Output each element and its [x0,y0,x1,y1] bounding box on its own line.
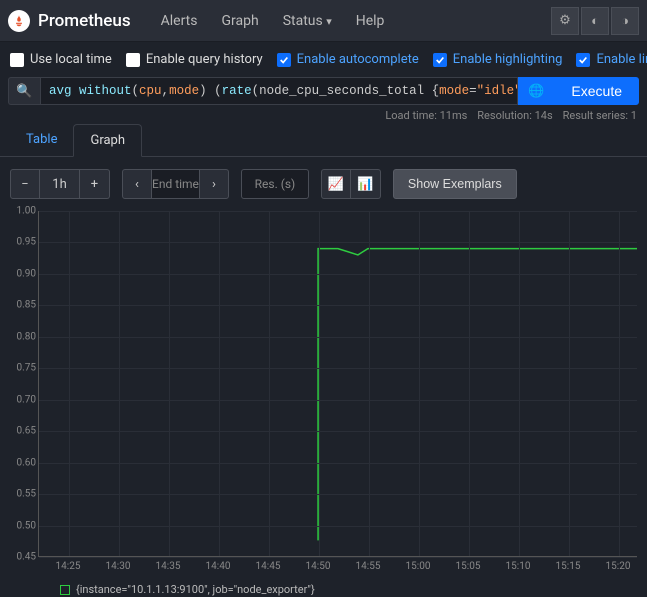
range-group: − 1h + [10,169,110,199]
legend-label[interactable]: {instance="10.1.1.13:9100", job="node_ex… [76,583,315,596]
contrast-icon: ◑ [621,13,629,29]
plot-area[interactable] [38,211,637,557]
checkbox-icon [126,53,140,67]
opt-autocomplete[interactable]: Enable autocomplete [277,52,419,67]
resolution-input[interactable]: Res. (s) [241,169,309,199]
stacked-chart-icon: 📊 [357,177,373,192]
graph-controls: − 1h + ‹ End time › Res. (s) 📈 📊 Show Ex… [0,157,647,211]
nav-links: Alerts Graph Status ▾ Help [151,7,551,35]
prometheus-logo [8,10,30,32]
chevron-down-icon: ▾ [326,15,332,28]
theme-contrast-button[interactable]: ◑ [611,7,639,35]
tab-table[interactable]: Table [10,124,73,156]
search-icon: 🔍 [16,84,32,99]
line-series [39,211,637,556]
endtime-next-button[interactable]: › [199,169,229,199]
nav-status[interactable]: Status ▾ [273,7,342,35]
chart-area: 0.450.500.550.600.650.700.750.800.850.90… [10,211,637,575]
charttype-group: 📈 📊 [321,169,381,199]
query-row: 🔍 avg without(cpu,mode) (rate(node_cpu_s… [0,77,647,105]
status-resolution: Resolution: 14s [477,109,552,122]
nav-help[interactable]: Help [346,7,395,35]
opt-query-history[interactable]: Enable query history [126,52,263,67]
checkbox-checked-icon [277,53,291,67]
nav-graph[interactable]: Graph [211,7,268,35]
line-chart-icon: 📈 [328,177,344,192]
query-input[interactable]: avg without(cpu,mode) (rate(node_cpu_sec… [40,77,518,105]
top-navbar: Prometheus Alerts Graph Status ▾ Help ⚙ … [0,0,647,42]
gear-icon: ⚙ [559,13,571,28]
brand-title: Prometheus [38,11,131,31]
endtime-prev-button[interactable]: ‹ [122,169,152,199]
nav-alerts[interactable]: Alerts [151,7,208,35]
chart-stacked-button[interactable]: 📊 [351,169,381,199]
chevron-left-icon: ‹ [135,177,139,192]
status-row: Load time: 11ms Resolution: 14s Result s… [0,105,647,124]
range-value[interactable]: 1h [40,169,80,199]
checkbox-icon [10,53,24,67]
opt-local-time[interactable]: Use local time [10,52,112,67]
legend-swatch [60,585,70,595]
query-search-button[interactable]: 🔍 [8,77,40,105]
checkbox-checked-icon [576,53,590,67]
y-axis: 0.450.500.550.600.650.700.750.800.850.90… [10,211,38,557]
options-row: Use local time Enable query history Enab… [0,42,647,77]
legend: {instance="10.1.1.13:9100", job="node_ex… [0,575,647,596]
query-globe-button[interactable]: 🌐 [518,77,554,105]
settings-button[interactable]: ⚙ [551,7,579,35]
chevron-right-icon: › [212,177,216,192]
view-tabs: Table Graph [0,124,647,157]
opt-linter[interactable]: Enable linter [576,52,647,67]
range-increase-button[interactable]: + [80,169,110,199]
execute-button[interactable]: Execute [554,77,639,105]
status-load: Load time: 11ms [385,109,467,122]
theme-dark-button[interactable]: ◐ [581,7,609,35]
range-decrease-button[interactable]: − [10,169,40,199]
opt-highlighting[interactable]: Enable highlighting [433,52,563,67]
chart-line-button[interactable]: 📈 [321,169,351,199]
x-axis: 14:2514:3014:3514:4014:4514:5014:5515:00… [38,559,637,575]
tab-graph[interactable]: Graph [73,124,142,157]
show-exemplars-button[interactable]: Show Exemplars [393,169,517,199]
endtime-input[interactable]: End time [152,169,199,199]
endtime-group: ‹ End time › [122,169,229,199]
globe-icon: 🌐 [528,84,544,99]
checkbox-checked-icon [433,53,447,67]
status-series: Result series: 1 [563,109,637,122]
moon-icon: ◐ [591,13,599,29]
